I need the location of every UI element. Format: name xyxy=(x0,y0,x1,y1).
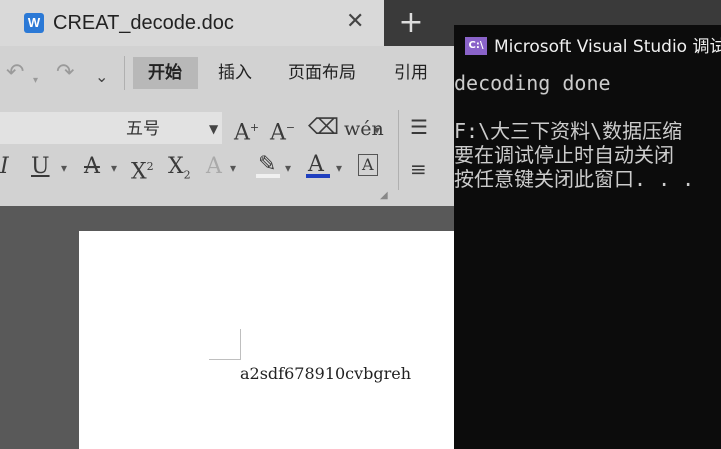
subscript-icon[interactable]: X2 xyxy=(168,154,191,188)
tab-page-layout[interactable]: 页面布局 xyxy=(288,62,356,84)
bullet-list-icon[interactable]: ☰ xyxy=(410,114,428,140)
tab-home[interactable]: 开始 xyxy=(148,62,182,84)
underline-dropdown-icon[interactable]: ▾ xyxy=(61,160,67,176)
new-tab-button[interactable]: + xyxy=(396,5,426,41)
align-left-icon[interactable]: ≡ xyxy=(410,156,427,182)
character-border-icon[interactable]: A xyxy=(358,154,378,176)
highlight-dropdown-icon[interactable]: ▾ xyxy=(285,160,291,176)
text-effect-dropdown-icon[interactable]: ▾ xyxy=(230,160,236,176)
underline-icon[interactable]: U xyxy=(31,154,50,180)
menu-separator xyxy=(124,56,125,90)
margin-corner-mark xyxy=(209,359,240,360)
close-tab-icon[interactable]: ✕ xyxy=(346,9,364,35)
document-page[interactable] xyxy=(79,231,459,449)
chevron-down-icon: ▼ xyxy=(209,122,219,136)
italic-icon[interactable]: I xyxy=(0,154,9,180)
document-tab-title: CREAT_decode.doc xyxy=(53,12,234,34)
console-line: decoding done xyxy=(454,71,611,95)
console-line: 要在调试停止时自动关闭 xyxy=(454,143,674,167)
grow-font-icon[interactable]: A+ xyxy=(234,115,259,146)
console-title-bar[interactable]: C:\ Microsoft Visual Studio 调试控制台 xyxy=(454,25,721,69)
font-size-select[interactable]: 五号 ▼ xyxy=(0,112,222,144)
wps-writer-icon: W xyxy=(24,13,44,33)
shrink-font-icon[interactable]: A− xyxy=(270,115,295,146)
customize-quick-access-icon[interactable]: ⌄ xyxy=(95,64,108,90)
console-app-icon: C:\ xyxy=(465,37,487,55)
console-output: decoding done F:\大三下资料\数据压缩 要在调试停止时自动关闭 … xyxy=(454,69,721,449)
highlight-color-bar xyxy=(256,174,280,178)
console-line: F:\大三下资料\数据压缩 xyxy=(454,119,683,143)
font-color-dropdown-icon[interactable]: ▾ xyxy=(336,160,342,176)
font-size-value: 五号 xyxy=(126,119,160,139)
margin-corner-mark xyxy=(240,329,241,360)
font-color-bar xyxy=(306,174,330,178)
document-text[interactable]: a2sdf678910cvbgreh xyxy=(240,364,411,384)
clear-format-icon[interactable]: ⌫ xyxy=(308,115,339,141)
redo-icon[interactable]: ↷ xyxy=(56,60,74,86)
undo-dropdown-icon[interactable]: ▾ xyxy=(33,68,38,94)
text-effect-icon[interactable]: A xyxy=(206,154,222,180)
console-title: Microsoft Visual Studio 调试控制台 xyxy=(494,37,721,57)
tab-insert[interactable]: 插入 xyxy=(218,62,252,84)
tab-references[interactable]: 引用 xyxy=(394,62,428,84)
strikethrough-dropdown-icon[interactable]: ▾ xyxy=(111,160,117,176)
superscript-icon[interactable]: X2 xyxy=(131,154,154,185)
undo-icon[interactable]: ↶ xyxy=(6,60,24,86)
document-tab[interactable]: W CREAT_decode.doc ✕ xyxy=(0,0,384,46)
strikethrough-icon[interactable]: A xyxy=(84,154,100,180)
phonetic-dropdown-icon[interactable]: ▾ xyxy=(374,122,380,138)
font-dialog-launcher-icon[interactable]: ◢ xyxy=(380,190,388,202)
ribbon-separator xyxy=(398,110,399,190)
console-line: 按任意键关闭此窗口. . . xyxy=(454,167,695,191)
